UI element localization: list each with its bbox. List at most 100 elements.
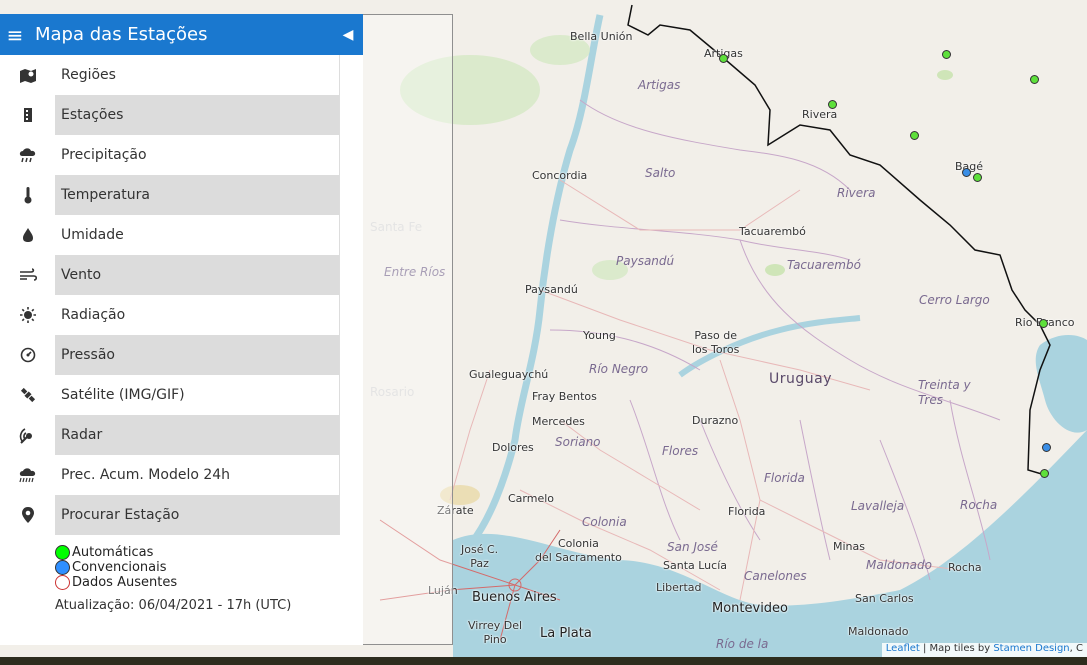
legend-automatic: Automáticas	[55, 545, 177, 560]
satellite-icon	[0, 375, 55, 415]
dept-label: Florida	[764, 471, 805, 485]
station-marker[interactable]	[910, 131, 919, 140]
bottom-bar	[0, 657, 1087, 665]
menu-item-estacoes[interactable]: Estações	[0, 95, 363, 135]
dept-label: Río de la	[716, 637, 769, 651]
city-label: Young	[583, 329, 616, 342]
menu-label: Umidade	[55, 215, 340, 255]
dept-label: Rocha	[960, 498, 998, 512]
city-label: Rivera	[802, 108, 838, 121]
station-marker[interactable]	[1039, 319, 1048, 328]
station-marker[interactable]	[1030, 75, 1039, 84]
dept-label: Soriano	[555, 435, 601, 449]
city-label: Mercedes	[532, 415, 585, 428]
menu-item-procurar[interactable]: Procurar Estação	[0, 495, 363, 535]
city-label: San Carlos	[855, 592, 914, 605]
menu-label: Procurar Estação	[55, 495, 340, 535]
dept-label: San José	[667, 540, 718, 554]
thermometer-icon	[0, 175, 55, 215]
absent-data-icon	[55, 575, 70, 590]
city-label: Virrey Del Pino	[468, 619, 523, 646]
menu-item-satelite[interactable]: Satélite (IMG/GIF)	[0, 375, 363, 415]
station-marker[interactable]	[1042, 443, 1051, 452]
gauge-icon	[0, 335, 55, 375]
droplet-icon	[0, 215, 55, 255]
dept-label: Artigas	[638, 78, 681, 92]
menu-item-radiacao[interactable]: Radiação	[0, 295, 363, 335]
dept-label: Cerro Largo	[919, 293, 990, 307]
city-label: La Plata	[540, 626, 592, 641]
city-label: Montevideo	[712, 601, 789, 616]
map-legend: Automáticas Convencionais Dados Ausentes	[55, 545, 177, 590]
map-attribution: Leaflet | Map tiles by Stamen Design, C	[881, 643, 1087, 657]
city-label: Maldonado	[848, 625, 909, 638]
legend-label: Convencionais	[72, 560, 167, 575]
panel-menu: Regiões Estações Precipitação Temperatur…	[0, 55, 363, 535]
city-label: Paso de los Toros	[692, 329, 740, 356]
menu-item-radar[interactable]: Radar	[0, 415, 363, 455]
dept-label: Treinta y Tres	[918, 378, 971, 407]
attribution-tail: , C	[1069, 643, 1083, 654]
stamen-link[interactable]: Stamen Design	[993, 643, 1069, 654]
dept-label: Paysandú	[616, 254, 675, 268]
leaflet-link[interactable]: Leaflet	[886, 643, 920, 654]
panel-title: Mapa das Estações	[35, 24, 208, 45]
map-pin-icon	[0, 55, 55, 95]
menu-label: Regiões	[55, 55, 340, 95]
menu-item-pressao[interactable]: Pressão	[0, 335, 363, 375]
city-label: Buenos Aires	[472, 590, 557, 605]
menu-icon[interactable]: ≡	[0, 14, 30, 55]
city-label: Tacuarembó	[739, 225, 806, 238]
panel-header: ≡ Mapa das Estações ◀	[0, 14, 363, 55]
collapse-panel-button[interactable]: ◀	[333, 14, 363, 55]
menu-label: Precipitação	[55, 135, 340, 175]
station-marker[interactable]	[973, 173, 982, 182]
city-label: Colonia del Sacramento	[535, 537, 622, 564]
city-label: Bella Unión	[570, 30, 633, 43]
dept-label: Flores	[662, 444, 699, 458]
menu-label: Satélite (IMG/GIF)	[55, 375, 340, 415]
city-label: Durazno	[692, 414, 739, 427]
menu-label: Vento	[55, 255, 340, 295]
menu-item-temperatura[interactable]: Temperatura	[0, 175, 363, 215]
station-marker[interactable]	[828, 100, 837, 109]
legend-conventional: Convencionais	[55, 560, 177, 575]
city-label: Rocha	[948, 561, 982, 574]
station-map-panel: ≡ Mapa das Estações ◀ Regiões Estações P…	[0, 14, 363, 645]
station-marker[interactable]	[1040, 469, 1049, 478]
city-label: Fray Bentos	[532, 390, 597, 403]
station-marker[interactable]	[719, 54, 728, 63]
menu-item-vento[interactable]: Vento	[0, 255, 363, 295]
legend-label: Dados Ausentes	[72, 575, 178, 590]
city-label: José C. Paz	[461, 543, 499, 570]
wind-icon	[0, 255, 55, 295]
menu-item-regioes[interactable]: Regiões	[0, 55, 363, 95]
dept-label: Rivera	[837, 186, 876, 200]
menu-item-umidade[interactable]: Umidade	[0, 215, 363, 255]
menu-label: Radiação	[55, 295, 340, 335]
dept-label: Río Negro	[589, 362, 649, 376]
country-label: Uruguay	[769, 371, 832, 387]
dept-label: Canelones	[744, 569, 807, 583]
city-label: Gualeguaychú	[469, 368, 549, 381]
dept-label: Maldonado	[866, 558, 932, 572]
menu-label: Temperatura	[55, 175, 340, 215]
location-icon	[0, 495, 55, 535]
conventional-station-icon	[55, 560, 70, 575]
menu-item-prec-acum[interactable]: Prec. Acum. Modelo 24h	[0, 455, 363, 495]
city-label: Minas	[833, 540, 865, 553]
rain-cloud-icon	[0, 135, 55, 175]
menu-item-precipitacao[interactable]: Precipitação	[0, 135, 363, 175]
legend-label: Automáticas	[72, 545, 154, 560]
station-marker[interactable]	[942, 50, 951, 59]
radar-icon	[0, 415, 55, 455]
panel-overlay-frame	[363, 14, 453, 645]
station-marker[interactable]	[962, 168, 971, 177]
legend-absent: Dados Ausentes	[55, 575, 177, 590]
update-timestamp: Atualização: 06/04/2021 - 17h (UTC)	[55, 598, 292, 613]
attribution-sep: | Map tiles by	[919, 643, 994, 654]
menu-label: Prec. Acum. Modelo 24h	[55, 455, 340, 495]
menu-label: Pressão	[55, 335, 340, 375]
sun-icon	[0, 295, 55, 335]
dept-label: Tacuarembó	[787, 258, 861, 272]
